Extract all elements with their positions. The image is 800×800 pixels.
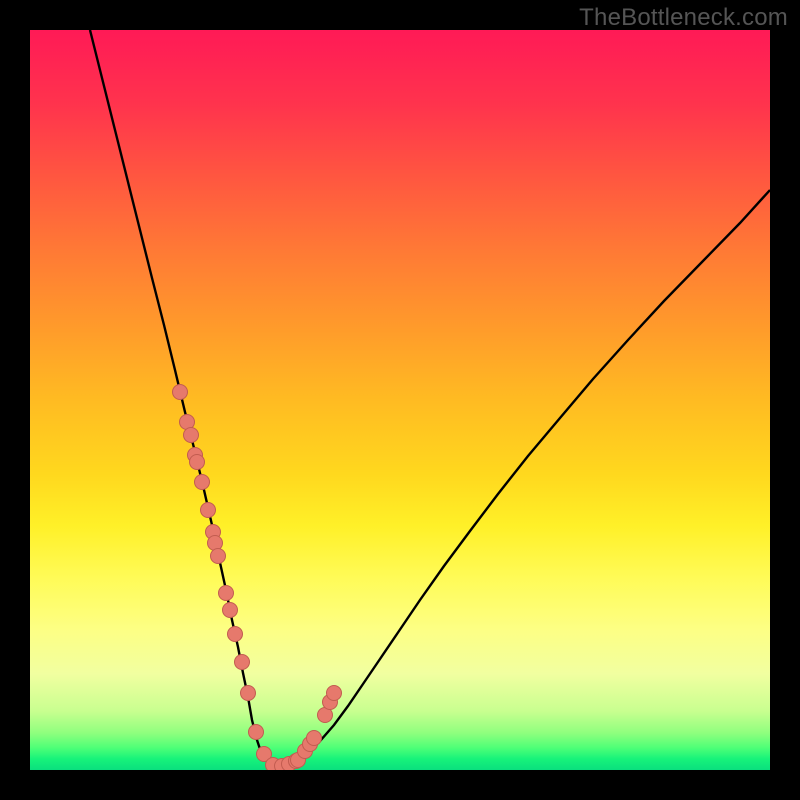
watermark-text: TheBottleneck.com xyxy=(579,4,788,32)
data-point xyxy=(190,455,205,470)
data-point xyxy=(223,603,238,618)
curve-layer xyxy=(30,30,770,770)
chart-frame: TheBottleneck.com xyxy=(0,0,800,800)
data-point xyxy=(327,686,342,701)
bottleneck-curve xyxy=(90,30,770,768)
data-point xyxy=(208,536,223,551)
data-point xyxy=(241,686,256,701)
data-point xyxy=(307,731,322,746)
data-point xyxy=(201,503,216,518)
data-markers xyxy=(173,385,342,771)
data-point xyxy=(249,725,264,740)
data-point xyxy=(235,655,250,670)
plot-area xyxy=(30,30,770,770)
data-point xyxy=(173,385,188,400)
data-point xyxy=(211,549,226,564)
data-point xyxy=(184,428,199,443)
data-point xyxy=(219,586,234,601)
data-point xyxy=(195,475,210,490)
data-point xyxy=(228,627,243,642)
